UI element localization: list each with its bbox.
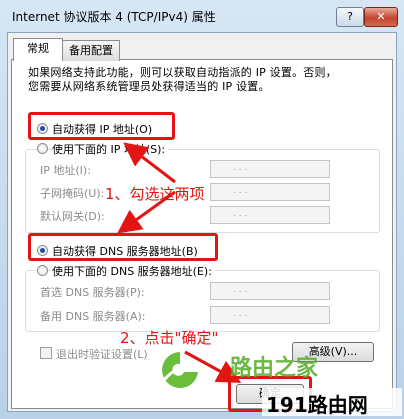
router-home-logo-icon (162, 352, 199, 388)
arrow-to-auto-ip (123, 142, 176, 184)
watermark-router-home: 路由之家 (230, 356, 319, 381)
watermark-191-router: 191路由网 (266, 393, 368, 417)
tab-general[interactable]: 常规 (13, 38, 63, 61)
annotation-step1: 1、勾选这两项 (105, 185, 205, 203)
annotation-arrows (117, 142, 242, 383)
tab-alternate-config[interactable]: 备用配置 (62, 40, 120, 61)
annotation-step2: 2、点击"确定" (120, 329, 219, 347)
